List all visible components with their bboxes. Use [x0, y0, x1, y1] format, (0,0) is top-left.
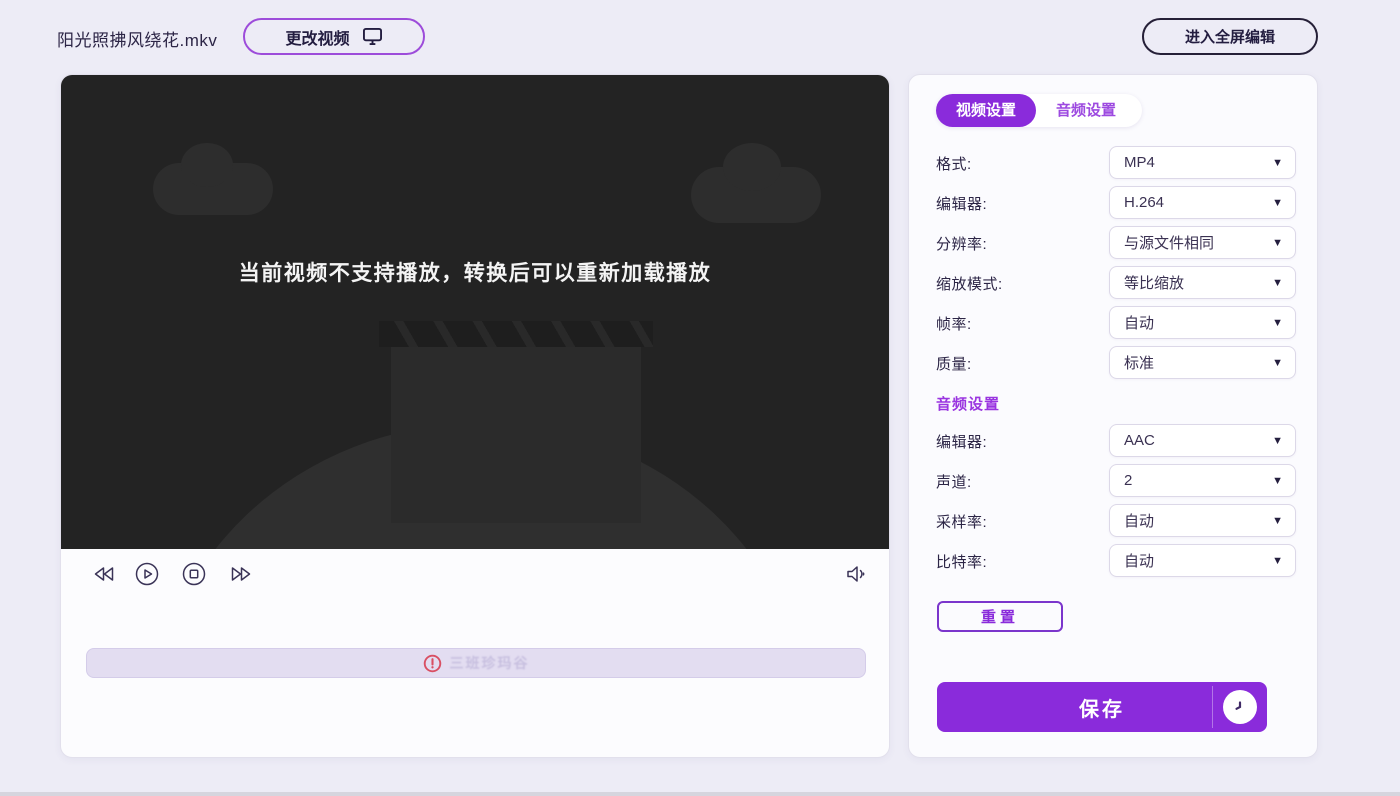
select-sample-rate[interactable]: 自动 ▼	[1109, 504, 1296, 537]
house-roof-shape	[379, 321, 653, 347]
house-shape	[391, 333, 641, 523]
chevron-down-icon: ▼	[1272, 277, 1283, 289]
chevron-down-icon: ▼	[1272, 357, 1283, 369]
select-framerate-value: 自动	[1124, 312, 1272, 333]
warning-icon	[423, 654, 442, 673]
settings-panel: 视频设置 音频设置 格式: MP4 ▼ 编辑器: H.264 ▼ 分辨率: 与源…	[908, 74, 1318, 758]
select-channels[interactable]: 2 ▼	[1109, 464, 1296, 497]
skip-forward-icon[interactable]	[228, 561, 254, 587]
select-bitrate-value: 自动	[1124, 550, 1272, 571]
tab-video-settings[interactable]: 视频设置	[936, 94, 1036, 127]
fullscreen-edit-label: 进入全屏编辑	[1185, 26, 1275, 47]
label-channels: 声道:	[936, 471, 972, 492]
player-card: 当前视频不支持播放，转换后可以重新加载播放 三班珍玛谷	[60, 74, 890, 758]
select-bitrate[interactable]: 自动 ▼	[1109, 544, 1296, 577]
select-scale-mode[interactable]: 等比缩放 ▼	[1109, 266, 1296, 299]
volume-icon[interactable]	[843, 561, 869, 587]
chevron-down-icon: ▼	[1272, 515, 1283, 527]
chevron-down-icon: ▼	[1272, 317, 1283, 329]
select-audio-codec[interactable]: AAC ▼	[1109, 424, 1296, 457]
change-video-label: 更改视频	[285, 25, 349, 49]
select-format[interactable]: MP4 ▼	[1109, 146, 1296, 179]
cloud-right-shape-top	[723, 143, 781, 191]
chevron-down-icon: ▼	[1272, 157, 1283, 169]
select-quality-value: 标准	[1124, 352, 1272, 373]
change-video-button[interactable]: 更改视频	[243, 18, 425, 55]
cloud-left-shape-top	[181, 143, 233, 187]
chevron-down-icon: ▼	[1272, 197, 1283, 209]
select-resolution[interactable]: 与源文件相同 ▼	[1109, 226, 1296, 259]
label-audio-codec: 编辑器:	[936, 431, 987, 452]
chevron-down-icon: ▼	[1272, 555, 1283, 567]
label-sample-rate: 采样率:	[936, 511, 987, 532]
select-audio-codec-value: AAC	[1124, 432, 1272, 449]
save-label: 保存	[1079, 699, 1125, 721]
save-button-divider	[1212, 686, 1213, 728]
select-framerate[interactable]: 自动 ▼	[1109, 306, 1296, 339]
chevron-down-icon: ▼	[1272, 435, 1283, 447]
player-controls	[61, 561, 889, 601]
label-resolution: 分辨率:	[936, 233, 987, 254]
chevron-down-icon: ▼	[1272, 475, 1283, 487]
monitor-icon	[362, 27, 383, 46]
label-quality: 质量:	[936, 353, 972, 374]
chevron-down-icon: ▼	[1272, 237, 1283, 249]
label-video-codec: 编辑器:	[936, 193, 987, 214]
audio-settings-section-title: 音频设置	[936, 393, 1000, 414]
select-resolution-value: 与源文件相同	[1124, 232, 1272, 253]
reset-button[interactable]: 重置	[937, 601, 1063, 632]
unsupported-playback-message: 当前视频不支持播放，转换后可以重新加载播放	[61, 257, 889, 287]
select-video-codec-value: H.264	[1124, 194, 1272, 211]
select-format-value: MP4	[1124, 154, 1272, 171]
play-icon[interactable]	[134, 561, 160, 587]
label-bitrate: 比特率:	[936, 551, 987, 572]
select-scale-mode-value: 等比缩放	[1124, 272, 1272, 293]
settings-tabs: 视频设置 音频设置	[936, 94, 1142, 127]
save-button[interactable]: 保存	[937, 682, 1267, 732]
notice-bar: 三班珍玛谷	[86, 648, 866, 678]
tab-audio-settings[interactable]: 音频设置	[1036, 94, 1136, 127]
select-quality[interactable]: 标准 ▼	[1109, 346, 1296, 379]
clock-icon[interactable]	[1223, 690, 1257, 724]
video-preview-area[interactable]: 当前视频不支持播放，转换后可以重新加载播放	[61, 75, 889, 549]
skip-back-icon[interactable]	[91, 561, 117, 587]
watermark-text: 三班珍玛谷	[450, 653, 530, 673]
label-format: 格式:	[936, 153, 972, 174]
select-video-codec[interactable]: H.264 ▼	[1109, 186, 1296, 219]
enter-fullscreen-edit-button[interactable]: 进入全屏编辑	[1142, 18, 1318, 55]
stop-icon[interactable]	[181, 561, 207, 587]
label-framerate: 帧率:	[936, 313, 972, 334]
label-scale-mode: 缩放模式:	[936, 273, 1003, 294]
select-sample-rate-value: 自动	[1124, 510, 1272, 531]
page-bottom-edge	[0, 792, 1400, 796]
select-channels-value: 2	[1124, 472, 1272, 489]
video-filename: 阳光照拂风绕花.mkv	[57, 26, 217, 51]
